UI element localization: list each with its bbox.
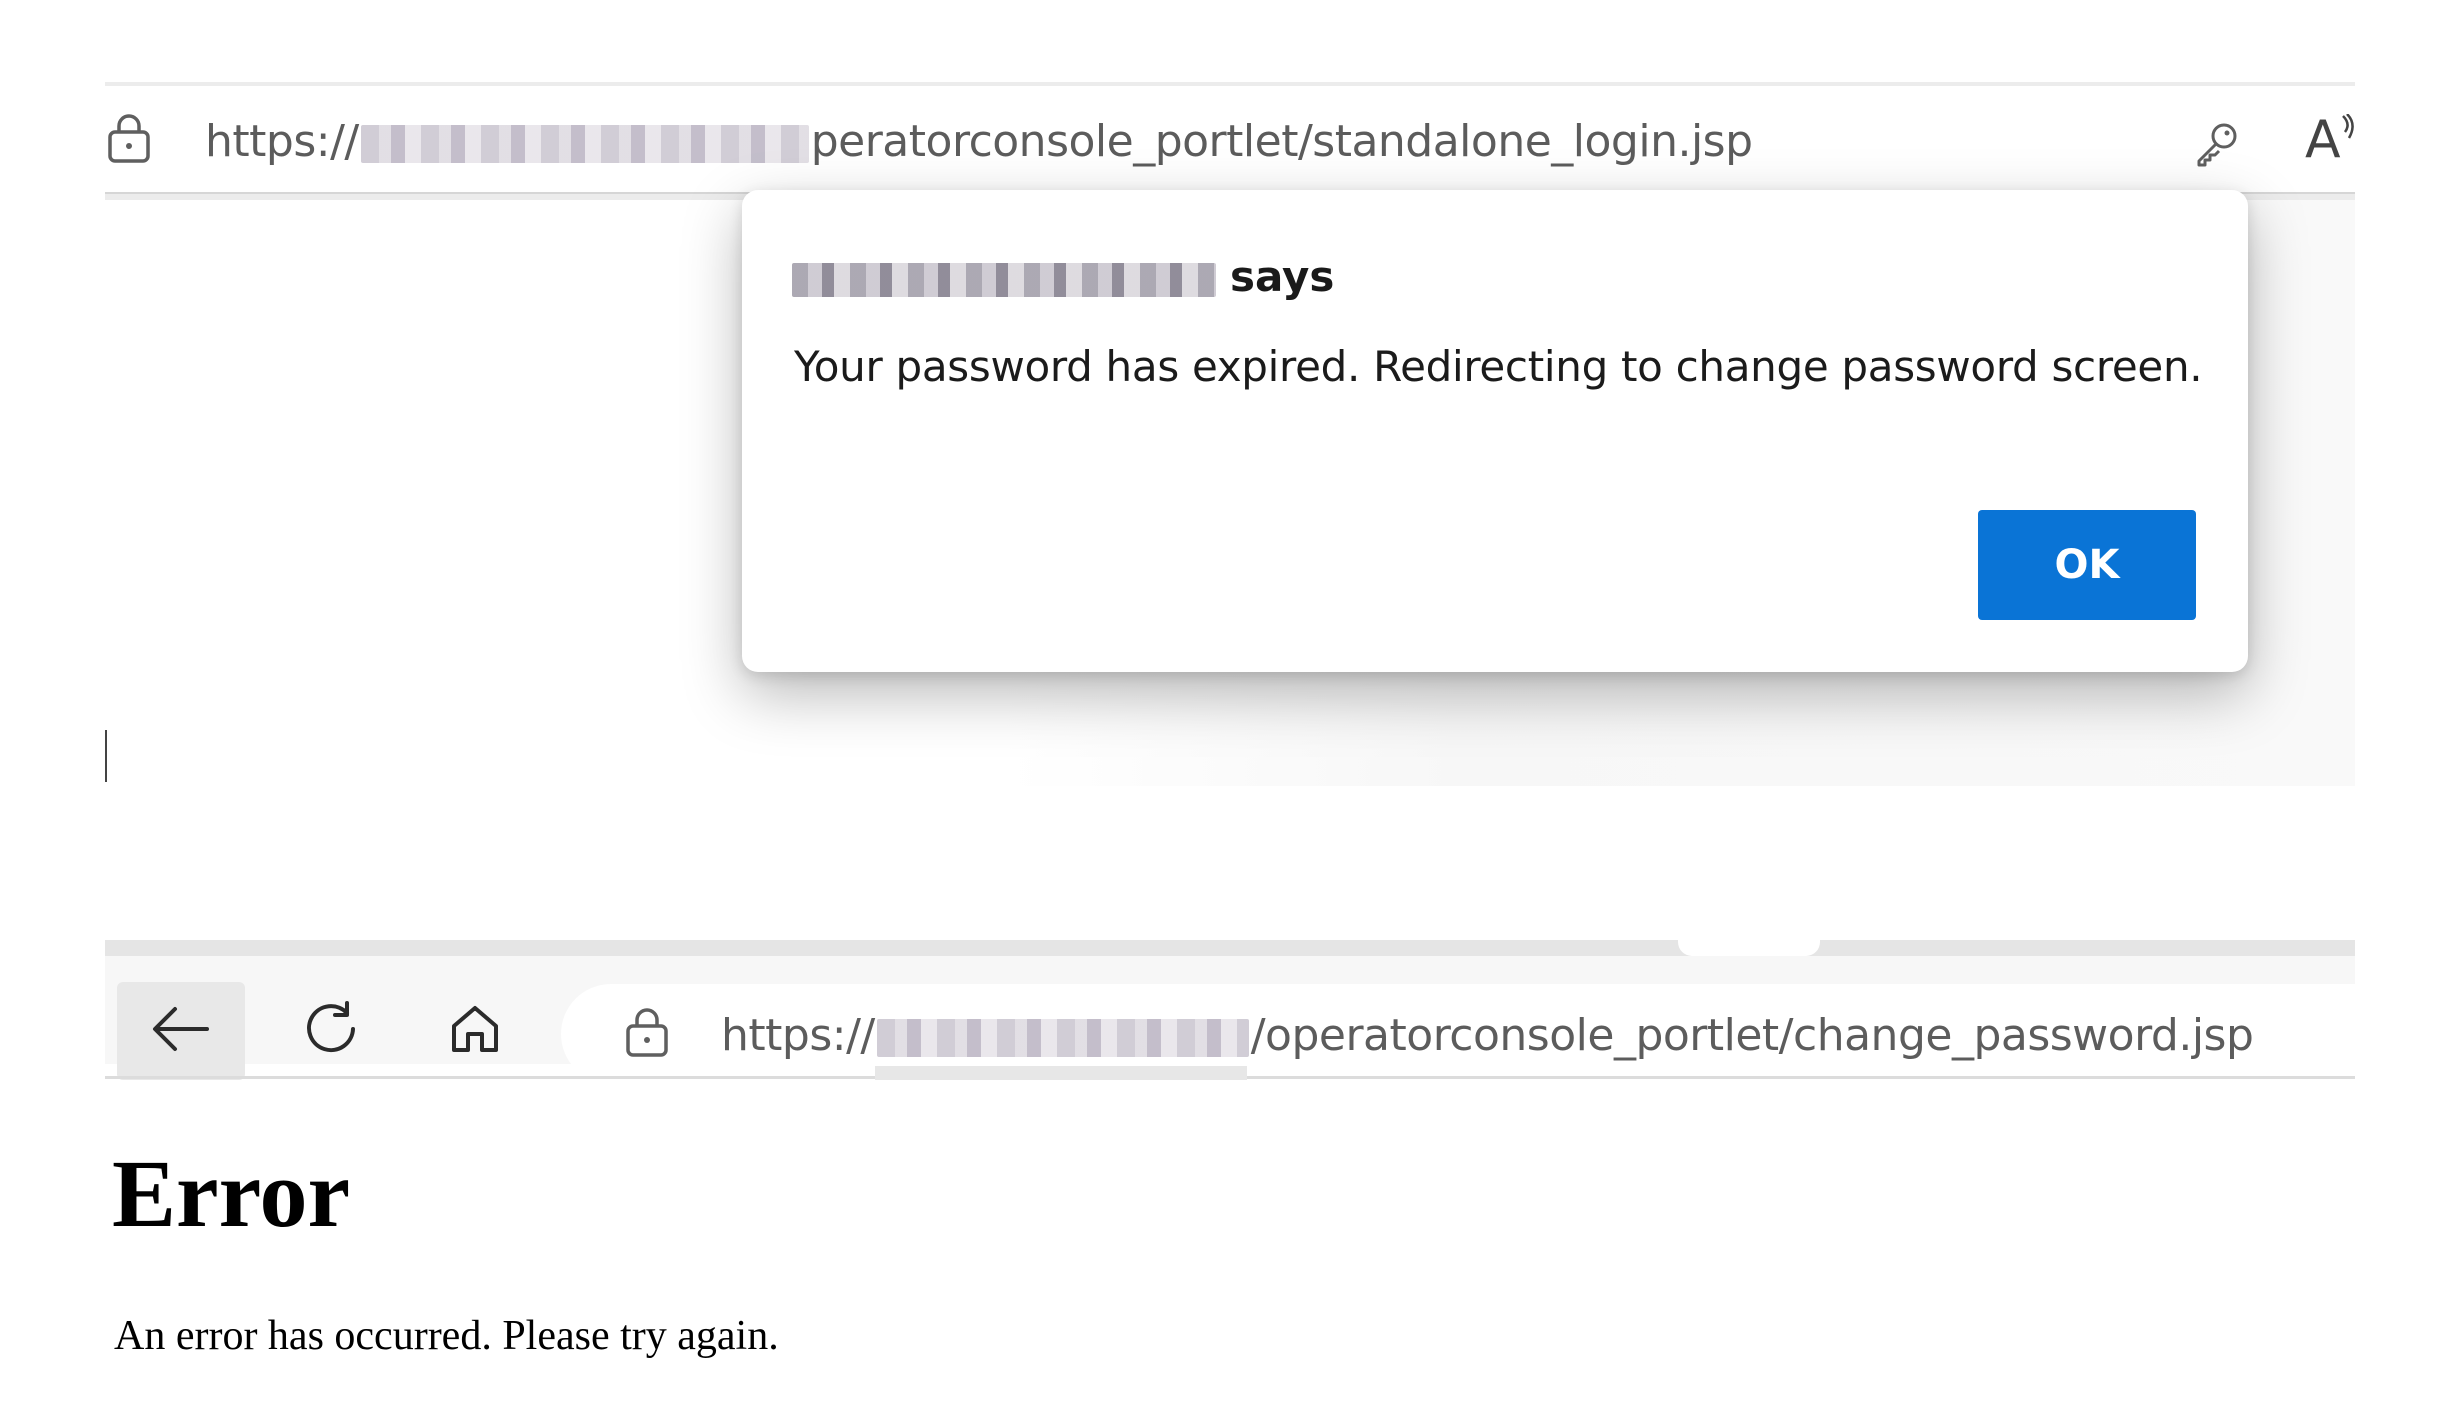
url-scheme: https:// [205,116,359,167]
tab-strip [105,940,2355,956]
tab-gap [1678,940,1820,956]
home-button[interactable] [411,982,539,1080]
top-browser-frame: https:// peratorconsole_portlet/standalon… [105,82,2355,202]
url-path: peratorconsole_portlet/standalone_login.… [810,116,1753,167]
url-selection-underline [875,1066,1247,1080]
top-url-text[interactable]: https:// peratorconsole_portlet/standalon… [205,116,1753,167]
url-scheme: https:// [721,1010,875,1061]
redacted-host [876,1019,1249,1057]
read-aloud-icon[interactable]: A [2305,110,2365,170]
redacted-site-name [792,262,1216,297]
dialog-message: Your password has expired. Redirecting t… [794,342,2203,391]
text-cursor [105,730,107,782]
top-frame-border [105,82,2355,86]
bottom-browser-frame: https:// /operatorconsole_portlet/change_… [105,940,2355,1084]
home-icon [446,1000,504,1063]
refresh-button[interactable] [267,982,395,1080]
back-button[interactable] [117,982,245,1080]
read-aloud-glyph: A [2305,110,2341,170]
bottom-address-bar[interactable]: https:// /operatorconsole_portlet/change_… [561,984,2355,1084]
dialog-title-says: says [1230,252,1335,301]
lock-icon[interactable] [623,1006,671,1058]
key-icon[interactable] [2193,118,2243,168]
redacted-host [360,125,809,163]
back-arrow-icon [149,1001,213,1062]
refresh-icon [301,999,361,1064]
top-address-bar[interactable]: https:// peratorconsole_portlet/standalon… [105,88,2355,188]
error-message: An error has occurred. Please try again. [114,1313,779,1359]
ok-button[interactable]: OK [1978,510,2196,620]
bottom-toolbar: https:// /operatorconsole_portlet/change_… [105,956,2355,1084]
dialog-title: says [792,252,1334,301]
lock-icon[interactable] [105,112,153,164]
error-heading: Error [112,1140,351,1247]
bottom-url-text[interactable]: https:// /operatorconsole_portlet/change_… [721,1010,2254,1061]
url-path: /operatorconsole_portlet/change_password… [1250,1010,2254,1061]
alert-dialog: says Your password has expired. Redirect… [742,190,2248,672]
